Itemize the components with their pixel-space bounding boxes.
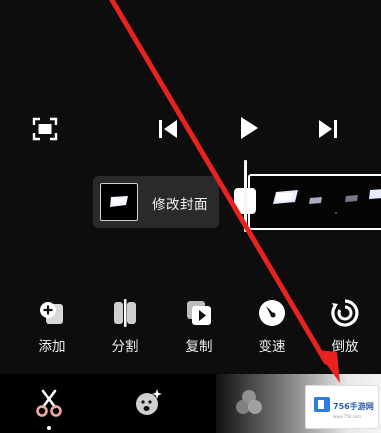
- skip-to-start-button[interactable]: [153, 114, 183, 144]
- play-icon: [241, 117, 258, 139]
- copy-icon: [187, 301, 211, 325]
- copy-tool[interactable]: 复制: [169, 298, 229, 355]
- nav-filter-tab[interactable]: [234, 388, 264, 418]
- reverse-tool-label: 倒放: [331, 339, 359, 355]
- svg-text:www.756.com: www.756.com: [333, 414, 361, 419]
- split-tool[interactable]: 分割: [95, 298, 155, 355]
- filter-circles-icon: [236, 390, 262, 414]
- video-editor-screen: 修改封面 添加 分割 复制 变速 倒放 756手游网 www.756.com: [0, 0, 381, 433]
- fullscreen-icon: [32, 117, 58, 141]
- reverse-icon: [331, 299, 359, 327]
- play-button[interactable]: [234, 112, 264, 144]
- skip-to-start-icon: [159, 120, 177, 138]
- fullscreen-button[interactable]: [29, 114, 61, 144]
- speed-icon: [259, 300, 285, 326]
- speed-tool[interactable]: 变速: [242, 298, 302, 355]
- split-icon: [114, 299, 136, 327]
- nav-effects-tab[interactable]: [133, 388, 163, 418]
- video-clip-track[interactable]: [248, 174, 381, 230]
- skip-to-end-button[interactable]: [313, 114, 343, 144]
- add-clip-icon: [40, 302, 63, 324]
- speed-tool-label: 变速: [258, 339, 286, 355]
- scissors-icon: [36, 389, 62, 417]
- add-tool[interactable]: 添加: [22, 298, 82, 355]
- svg-text:756手游网: 756手游网: [333, 401, 374, 411]
- active-tab-indicator: [47, 426, 51, 430]
- cover-thumbnail: [100, 183, 138, 221]
- add-tool-label: 添加: [38, 339, 66, 355]
- site-watermark-logo: 756手游网 www.756.com: [305, 385, 379, 429]
- reverse-tool[interactable]: 倒放: [315, 298, 375, 355]
- copy-tool-label: 复制: [185, 339, 213, 355]
- skip-to-end-icon: [319, 120, 337, 138]
- edit-cover-label: 修改封面: [152, 197, 208, 213]
- edit-cover-button[interactable]: 修改封面: [93, 176, 219, 228]
- sparkle-face-icon: [136, 389, 162, 415]
- playhead[interactable]: [244, 160, 247, 232]
- nav-cut-tab[interactable]: [34, 388, 64, 418]
- split-tool-label: 分割: [111, 339, 139, 355]
